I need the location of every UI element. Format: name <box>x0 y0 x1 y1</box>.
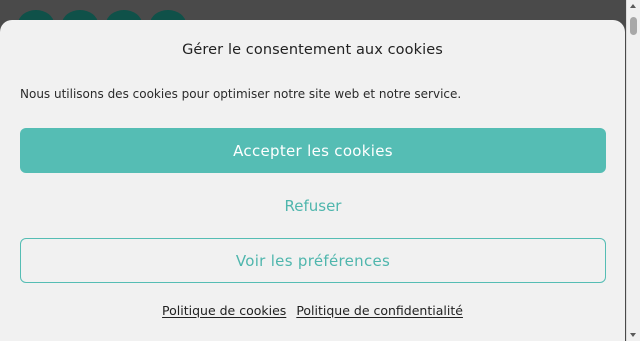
footer-links: Politique de cookies Politique de confid… <box>0 303 625 318</box>
refuse-button[interactable]: Refuser <box>20 183 606 228</box>
scrollbar[interactable] <box>626 0 640 341</box>
scrollbar-thumb[interactable] <box>630 17 637 35</box>
dialog-title: Gérer le consentement aux cookies <box>182 42 443 58</box>
scroll-up-arrow-icon[interactable] <box>630 4 636 8</box>
view-preferences-button[interactable]: Voir les préférences <box>20 238 606 283</box>
accept-cookies-button[interactable]: Accepter les cookies <box>20 128 606 173</box>
cookie-consent-dialog: Gérer le consentement aux cookies Nous u… <box>0 20 625 341</box>
cookie-policy-link[interactable]: Politique de cookies <box>162 303 286 318</box>
scroll-down-arrow-icon[interactable] <box>630 333 636 337</box>
dialog-message: Nous utilisons des cookies pour optimise… <box>20 87 462 101</box>
privacy-policy-link[interactable]: Politique de confidentialité <box>296 303 463 318</box>
